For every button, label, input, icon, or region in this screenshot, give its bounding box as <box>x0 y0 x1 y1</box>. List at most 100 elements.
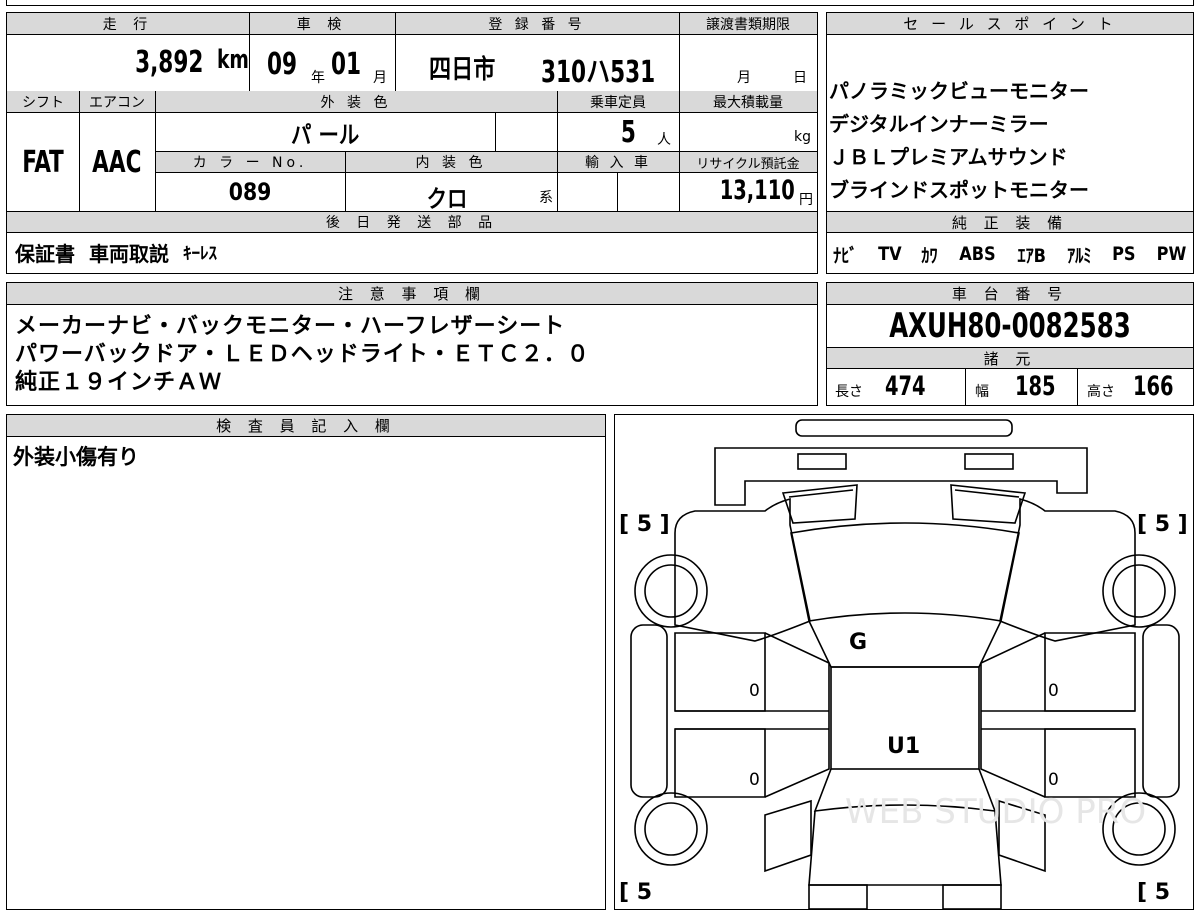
max-load-cell: kg <box>679 113 817 151</box>
import-label: 輸 入 車 <box>585 155 651 171</box>
sales-point-item: デジタルインナーミラー <box>829 112 1049 136</box>
body-front-left <box>674 497 811 642</box>
recycle-value: 13,110 <box>720 175 795 206</box>
registration-label: 登 録 番 号 <box>488 17 586 33</box>
specs-row: 長さ 474 幅 185 高さ 166 <box>827 369 1193 405</box>
right-pillar <box>980 632 1046 798</box>
capacity-value-cell: 5 人 <box>557 113 679 151</box>
equipment-item: ABS <box>958 243 996 265</box>
later-parts-list: 保証書 車両取説 ｷｰﾚｽ <box>15 239 217 269</box>
inspector-label: 検 査 員 記 入 欄 <box>7 415 605 437</box>
exterior-color-label: 外 装 色 <box>320 95 392 111</box>
tire-rear-right-score: [ 5 <box>1137 880 1170 905</box>
equipment-item: ｴｱB <box>1017 244 1046 267</box>
mileage-value: 3,892 <box>134 45 203 80</box>
sales-point-item: ブラインドスポットモニター <box>829 178 1089 202</box>
inspector-comment: 外装小傷有り <box>13 445 139 469</box>
color-no-cell: 089 <box>155 173 345 211</box>
capacity-label: 乗車定員 <box>590 95 646 111</box>
length-label: 長さ <box>835 384 863 400</box>
note-line: パワーバックドア・ＬＥＤヘッドライト・ＥＴＣ２．０ <box>15 342 590 367</box>
door-mark: 0 <box>1048 681 1059 701</box>
top-cropped-strip <box>0 0 1200 8</box>
mileage-unit: km <box>217 45 249 75</box>
factory-equipment-list: ﾅﾋﾞ TV ｶﾜ ABS ｴｱB ｱﾙﾐ PS PW <box>831 239 1189 269</box>
registration-number: 310ハ531 <box>541 55 656 90</box>
capacity-value: 5 <box>620 115 636 150</box>
left-pillar <box>764 632 830 798</box>
tail-left <box>808 884 868 910</box>
shift-value: FAT <box>22 144 64 180</box>
right-sill-lines <box>981 710 1135 730</box>
interior-color-value: クロ <box>426 185 468 213</box>
later-parts-label: 後 日 発 送 部 品 <box>325 215 499 231</box>
car-diagram: [ 5 ] [ 5 ] [ 5 [ 5 G U1 0 0 0 0 WEB STU… <box>619 419 1188 910</box>
vehicle-info-table: 走 行 車 検 登 録 番 号 譲渡書類期限 3,892 km 09 年 01 … <box>6 12 818 274</box>
transfer-deadline-day: 日 <box>793 70 807 86</box>
max-load-unit: kg <box>794 129 811 145</box>
transfer-deadline-label: 譲渡書類期限 <box>706 17 790 33</box>
equipment-item: ｱﾙﾐ <box>1067 244 1092 267</box>
color-no-label: カ ラ ー No. <box>192 155 308 171</box>
tire-rear-left-score: [ 5 <box>619 880 652 905</box>
transfer-deadline-cell: 月 日 <box>679 35 817 91</box>
registration-area: 四日市 <box>429 55 496 85</box>
later-part-item: ｷｰﾚｽ <box>183 243 217 264</box>
hood-outline <box>714 447 1088 506</box>
chassis-number-cell: AXUH80-0082583 <box>827 305 1193 347</box>
chassis-box: 車 台 番 号 AXUH80-0082583 諸 元 長さ 474 幅 185 … <box>826 282 1194 406</box>
sales-point-item: パノラミックビューモニター <box>829 79 1089 103</box>
interior-color-cell: クロ 系 <box>345 173 557 213</box>
recycle-unit: 円 <box>799 192 813 208</box>
later-part-item: 保証書 <box>15 241 75 266</box>
shift-value-cell: FAT <box>7 113 79 211</box>
exterior-color-cell: パ ール <box>155 113 495 151</box>
height-label: 高さ <box>1087 384 1115 400</box>
side-strip-left <box>630 624 668 798</box>
note-line: メーカーナビ・バックモニター・ハーフレザーシート <box>15 314 566 339</box>
tail-right <box>942 884 1002 910</box>
watermark: WEB STUDIO PRO <box>845 792 1146 832</box>
interior-color-label: 内 装 色 <box>415 155 487 171</box>
width-label: 幅 <box>975 384 989 400</box>
mileage-label: 走 行 <box>102 17 154 33</box>
windshield-base <box>808 620 1002 668</box>
car-diagram-box: [ 5 ] [ 5 ] [ 5 [ 5 G U1 0 0 0 0 WEB STU… <box>614 414 1194 910</box>
equipment-item: ﾅﾋﾞ <box>833 244 858 267</box>
inspection-year: 09 <box>267 47 298 82</box>
rear-quarter-left <box>764 799 812 873</box>
note-line: 純正１９インチＡＷ <box>15 370 223 395</box>
inspection-label: 車 検 <box>296 17 348 33</box>
windshield-mark: G <box>849 630 867 655</box>
equipment-item: PS <box>1112 243 1136 265</box>
equipment-item: ｶﾜ <box>921 244 938 267</box>
inspection-month: 01 <box>331 47 362 82</box>
exterior-color-value: パ ール <box>290 120 360 149</box>
chassis-label: 車 台 番 号 <box>827 283 1193 305</box>
later-part-item: 車両取説 <box>89 241 169 266</box>
body-front-right <box>999 497 1136 642</box>
notes-lines: メーカーナビ・バックモニター・ハーフレザーシート パワーバックドア・ＬＥＤヘッド… <box>15 313 590 397</box>
left-sill-lines <box>675 710 829 730</box>
headlight-right <box>964 453 1014 470</box>
sales-points-list: パノラミックビューモニター デジタルインナーミラー ＪＢＬプレミアムサウンド ブ… <box>829 75 1089 207</box>
equipment-item: TV <box>878 243 902 265</box>
aircon-label: エアコン <box>89 95 145 111</box>
tire-front-left-score: [ 5 ] <box>619 512 670 537</box>
shift-label: シフト <box>22 95 64 111</box>
sales-points-label: セ ー ル ス ポ イ ン ト <box>827 13 1193 35</box>
specs-label: 諸 元 <box>827 347 1193 369</box>
inspection-value-cell: 09 年 01 月 <box>249 35 395 91</box>
front-bumper <box>795 419 1013 437</box>
side-strip-right <box>1142 624 1180 798</box>
factory-equipment-label: 純 正 装 備 <box>827 211 1193 233</box>
max-load-label: 最大積載量 <box>713 95 783 111</box>
width-value: 185 <box>1015 371 1056 402</box>
mileage-value-cell: 3,892 km <box>7 35 249 91</box>
capacity-unit: 人 <box>657 132 671 148</box>
sales-point-item: ＪＢＬプレミアムサウンド <box>829 145 1068 169</box>
inspection-month-unit: 月 <box>373 70 387 86</box>
inspection-year-unit: 年 <box>311 70 325 86</box>
headlight-left <box>797 453 847 470</box>
notes-label: 注 意 事 項 欄 <box>7 283 817 305</box>
